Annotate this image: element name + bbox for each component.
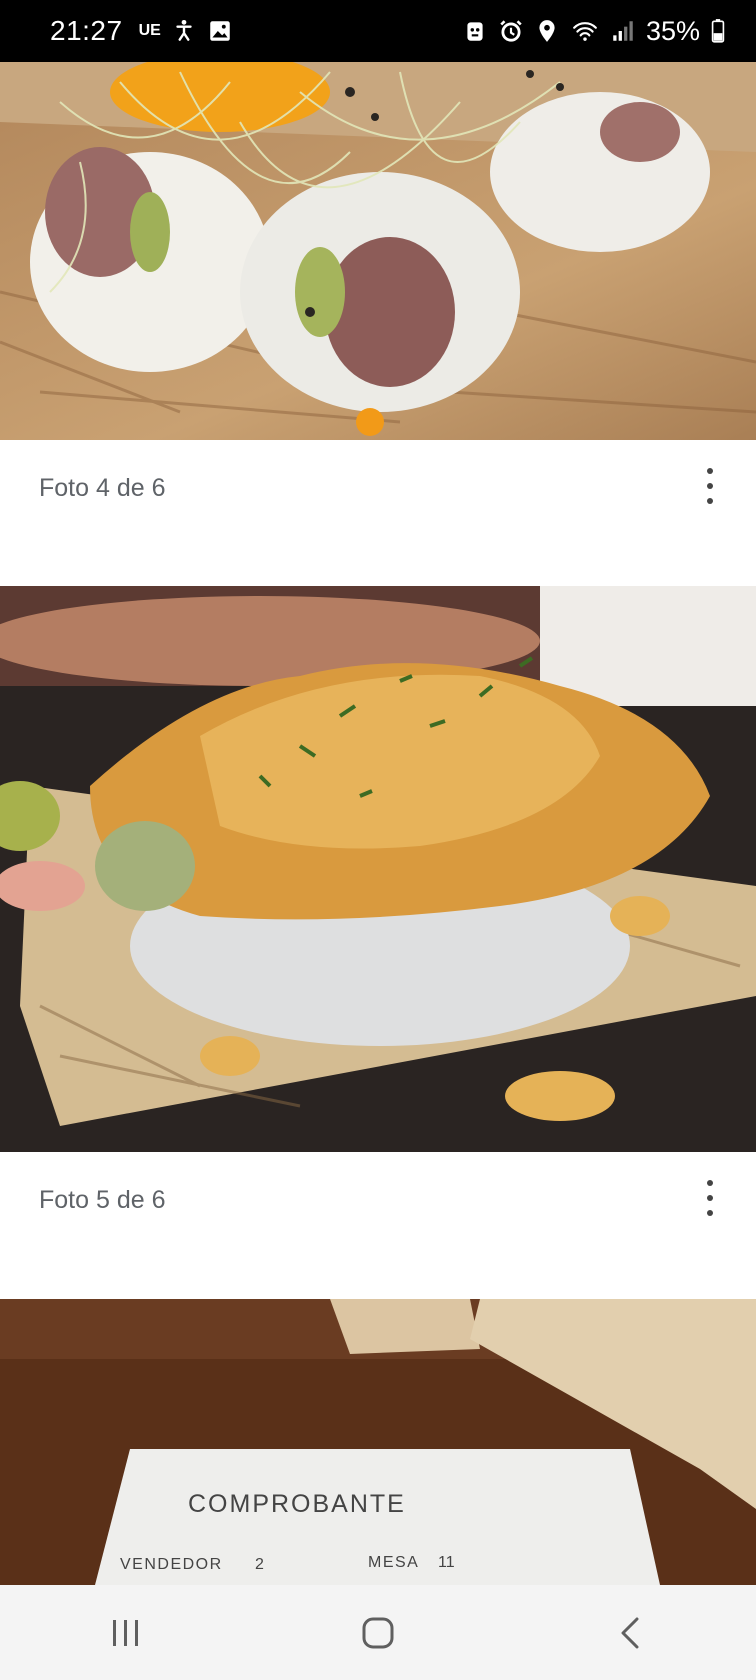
back-button[interactable] — [600, 1603, 660, 1663]
photo-5-image[interactable] — [0, 586, 756, 1152]
location-icon — [534, 18, 560, 44]
receipt-table-label: MESA — [368, 1554, 419, 1571]
photo-4-caption: Foto 4 de 6 — [39, 474, 166, 502]
receipt-title: COMPROBANTE — [188, 1490, 406, 1518]
battery-icon — [710, 18, 726, 44]
back-chevron-icon — [621, 1617, 639, 1648]
alarm-icon — [498, 18, 524, 44]
status-bar: 21:27 UE 35% — [0, 0, 756, 62]
receipt-seller-label: VENDEDOR — [120, 1556, 223, 1573]
photo-6-image[interactable]: COMPROBANTE VENDEDOR 2 MESA 11 — [0, 1299, 756, 1585]
signal-icon — [610, 18, 636, 44]
receipt-table-value: 11 — [438, 1554, 455, 1571]
android-auto-icon — [462, 18, 488, 44]
photo-5-caption: Foto 5 de 6 — [39, 1186, 166, 1214]
gallery-notification-icon — [207, 18, 233, 44]
wifi-icon — [570, 18, 600, 44]
photo-4-caption-row: Foto 4 de 6 — [0, 440, 756, 586]
battery-percent: 35% — [645, 15, 700, 46]
home-button[interactable] — [348, 1603, 408, 1663]
photo-5-more-options-icon[interactable] — [702, 1180, 718, 1216]
accessibility-icon — [171, 18, 197, 44]
navigation-bar — [0, 1585, 756, 1680]
receipt-seller-value: 2 — [255, 1556, 264, 1573]
home-icon — [362, 1617, 394, 1648]
recents-icon — [113, 1619, 138, 1646]
status-right: 35% — [462, 16, 726, 47]
clock: 21:27 — [50, 15, 123, 46]
photo-4-more-options-icon[interactable] — [702, 468, 718, 504]
status-left: 21:27 UE — [50, 15, 233, 47]
photo-4-image[interactable] — [0, 62, 756, 440]
photo-5-caption-row: Foto 5 de 6 — [0, 1152, 756, 1298]
recents-button[interactable] — [96, 1603, 156, 1663]
carrier-label: UE — [138, 22, 161, 39]
